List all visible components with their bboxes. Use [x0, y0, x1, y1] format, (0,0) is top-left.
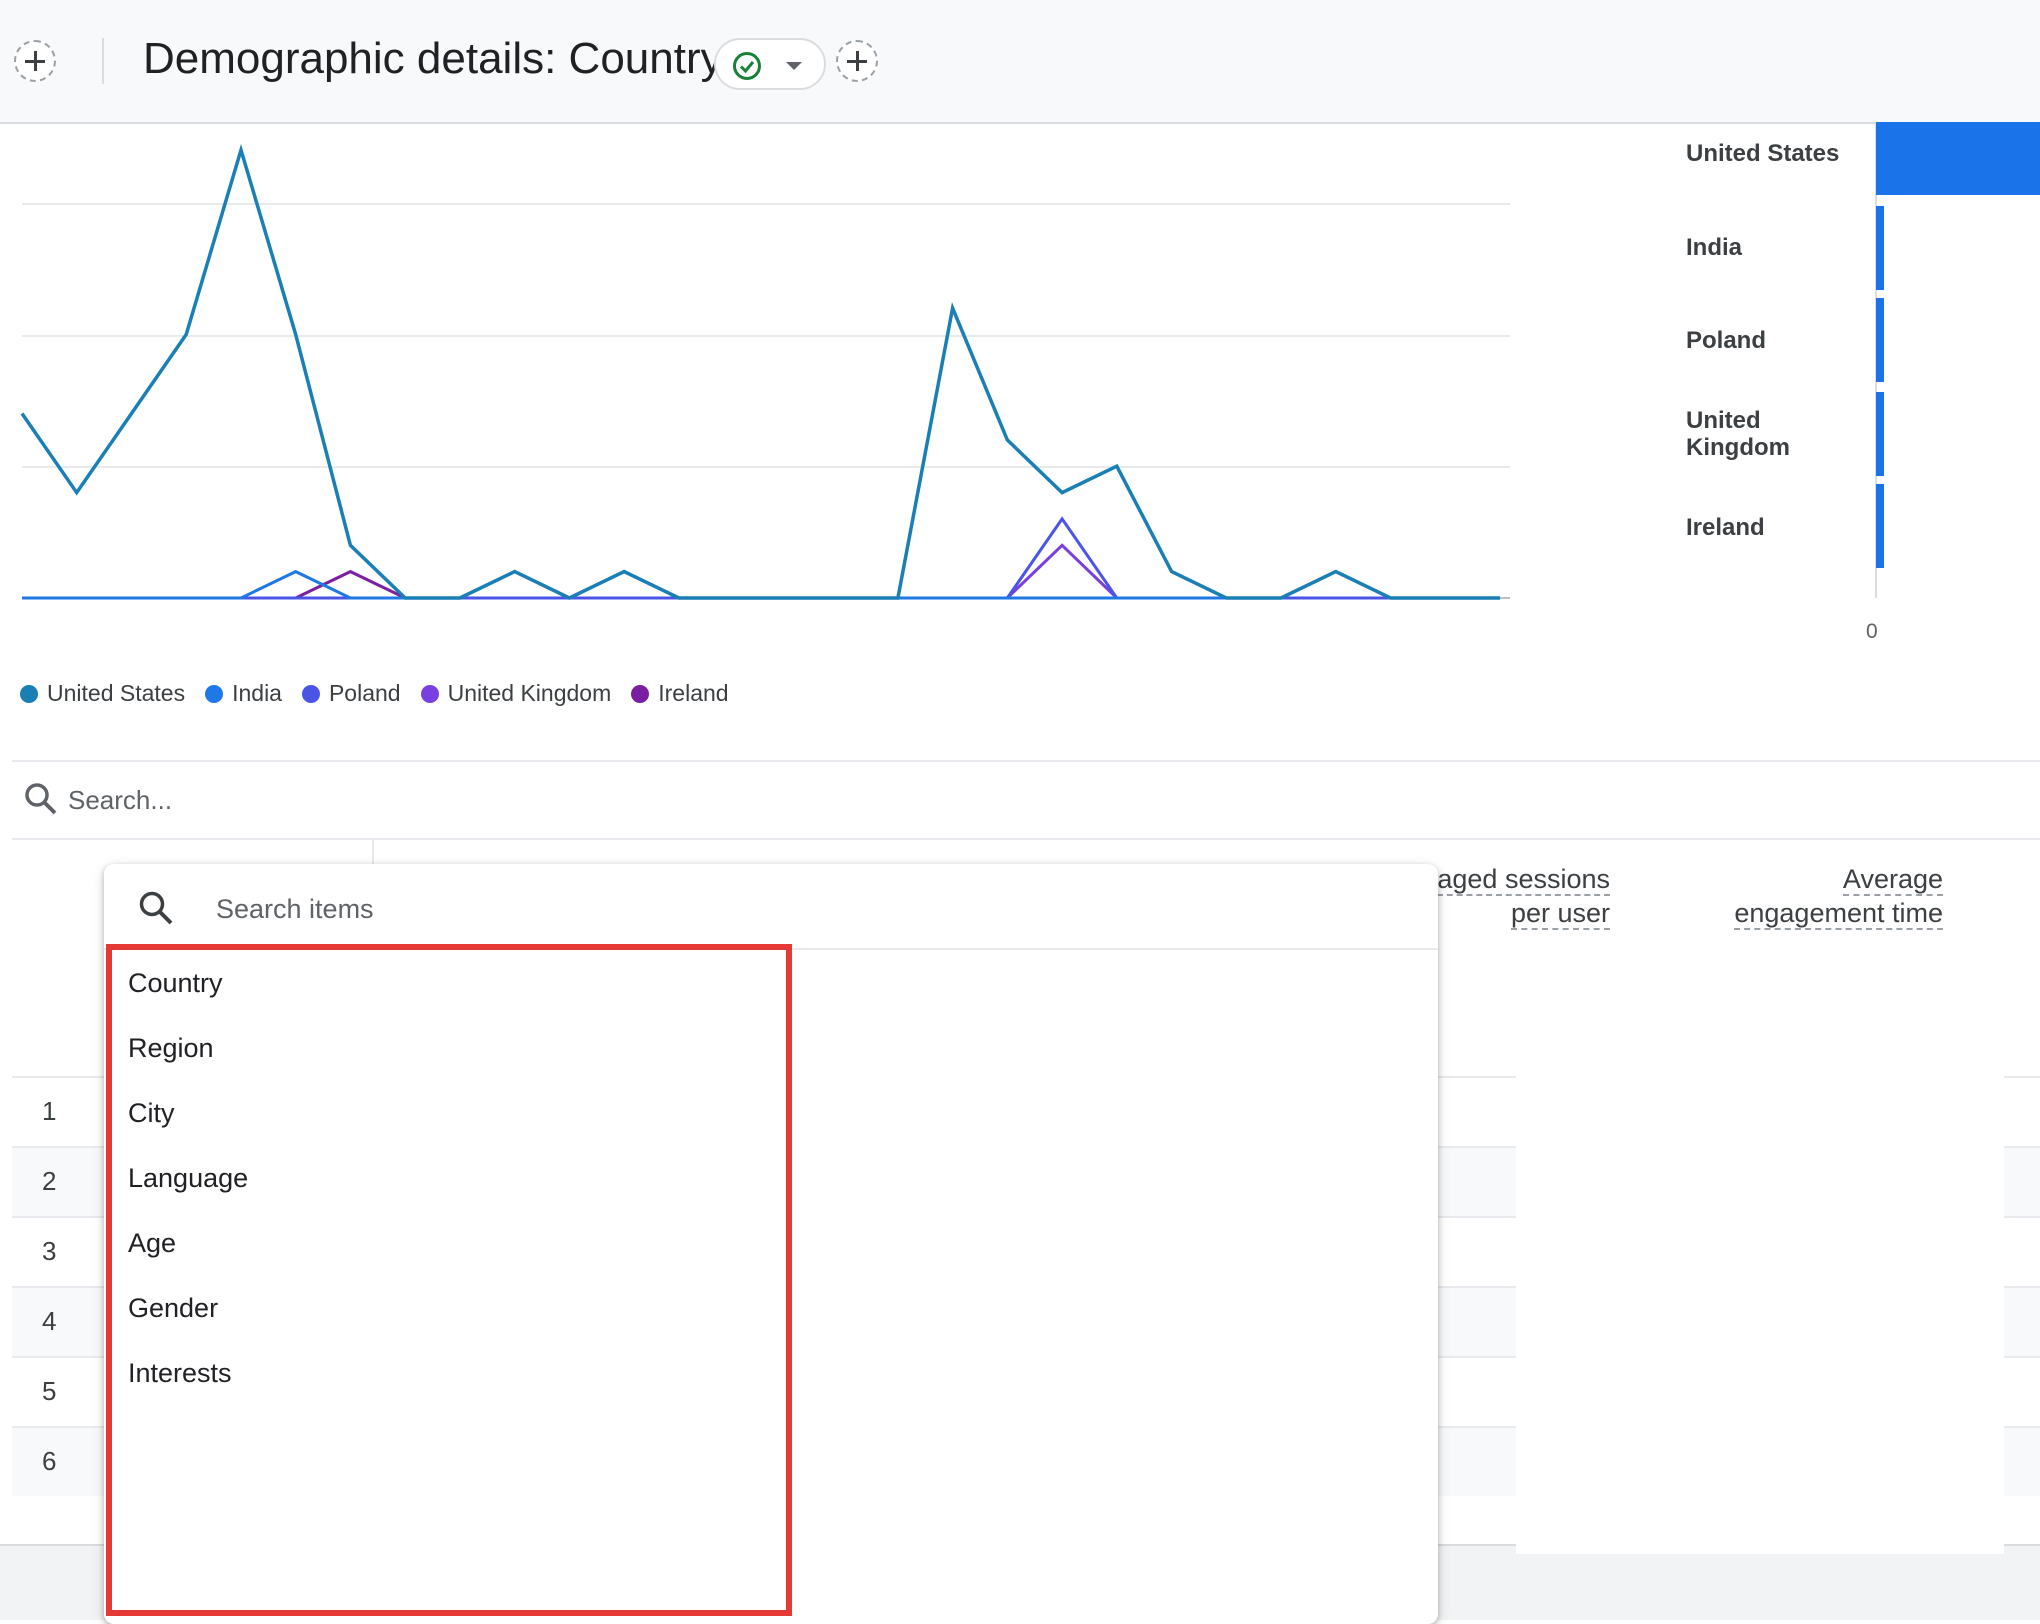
series-line-united-states[interactable] — [20, 143, 1500, 600]
series-line-india[interactable] — [22, 569, 1500, 600]
check-circle-icon — [733, 52, 761, 80]
search-icon — [139, 891, 173, 925]
legend-label: Poland — [328, 680, 401, 706]
column-header-line: per user — [1510, 898, 1610, 930]
bar-poland[interactable] — [1876, 298, 1884, 382]
bar-marks — [1875, 122, 2040, 598]
bar-chart: United States India Poland United Kingdo… — [1640, 122, 2040, 662]
menu-item-interests[interactable]: Interests — [128, 1358, 232, 1389]
header-divider — [102, 38, 104, 84]
chart-gridlines — [22, 203, 1510, 599]
legend-dot — [420, 684, 439, 703]
dropdown-search-input[interactable] — [214, 886, 1118, 932]
column-header-engaged-sessions[interactable]: aged sessions per user — [1437, 862, 1610, 930]
row-number: 1 — [42, 1096, 57, 1126]
legend-dot — [301, 684, 320, 703]
series-line-poland[interactable] — [22, 516, 1500, 600]
legend-dot — [20, 684, 38, 703]
table-search-input[interactable] — [66, 778, 670, 822]
menu-item-region[interactable]: Region — [128, 1033, 214, 1064]
menu-item-country[interactable]: Country — [128, 968, 223, 999]
page-title: Demographic details: Country — [143, 34, 723, 83]
bar-united-states[interactable] — [1876, 122, 2040, 195]
dimension-picker-dropdown: Country Region City Language Age Gender … — [104, 864, 1438, 1624]
bar-ireland[interactable] — [1876, 484, 1884, 568]
menu-item-language[interactable]: Language — [128, 1163, 248, 1194]
column-header-average-engagement-time[interactable]: Average engagement time — [1734, 862, 1943, 930]
divider — [12, 838, 2040, 840]
divider — [12, 760, 2040, 762]
report-status-dropdown[interactable] — [714, 38, 826, 90]
add-comparison-button[interactable] — [14, 40, 56, 82]
menu-item-gender[interactable]: Gender — [128, 1293, 218, 1324]
legend-label: India — [232, 680, 282, 706]
row-number: 2 — [42, 1166, 57, 1196]
report-header: Demographic details: Country — [0, 0, 2040, 124]
search-icon — [25, 783, 57, 815]
divider — [104, 948, 1438, 950]
row-number: 6 — [42, 1446, 57, 1476]
legend-dot — [205, 684, 224, 703]
chart-series — [20, 143, 1500, 600]
row-number: 5 — [42, 1376, 57, 1406]
table-blank-area — [1516, 950, 2004, 1554]
series-line-united-kingdom[interactable] — [22, 543, 1500, 600]
row-number: 4 — [42, 1306, 57, 1336]
bar-india[interactable] — [1876, 206, 1884, 290]
legend-item-poland[interactable]: Poland — [301, 680, 401, 707]
bar-united-kingdom[interactable] — [1876, 392, 1884, 476]
caret-down-icon — [786, 62, 802, 70]
column-header-line: Average — [1842, 864, 1943, 896]
menu-item-city[interactable]: City — [128, 1098, 175, 1129]
legend-dot — [631, 684, 650, 703]
bar-axis-tick: 0 — [1866, 620, 1878, 643]
legend-item-ireland[interactable]: Ireland — [631, 680, 729, 707]
chart-legend: United States India Poland United Kingdo… — [20, 680, 729, 707]
column-header-line: aged sessions — [1437, 864, 1610, 896]
menu-item-age[interactable]: Age — [128, 1228, 176, 1259]
legend-label: United Kingdom — [447, 680, 612, 706]
legend-item-india[interactable]: India — [205, 680, 282, 707]
line-chart — [20, 143, 1510, 600]
add-card-button[interactable] — [836, 40, 878, 82]
legend-label: Ireland — [658, 680, 729, 706]
legend-item-united-states[interactable]: United States — [20, 680, 185, 707]
row-number: 3 — [42, 1236, 57, 1266]
legend-item-united-kingdom[interactable]: United Kingdom — [420, 680, 612, 707]
series-line-ireland[interactable] — [22, 569, 1500, 600]
column-header-line: engagement time — [1734, 898, 1943, 930]
legend-label: United States — [47, 680, 186, 706]
